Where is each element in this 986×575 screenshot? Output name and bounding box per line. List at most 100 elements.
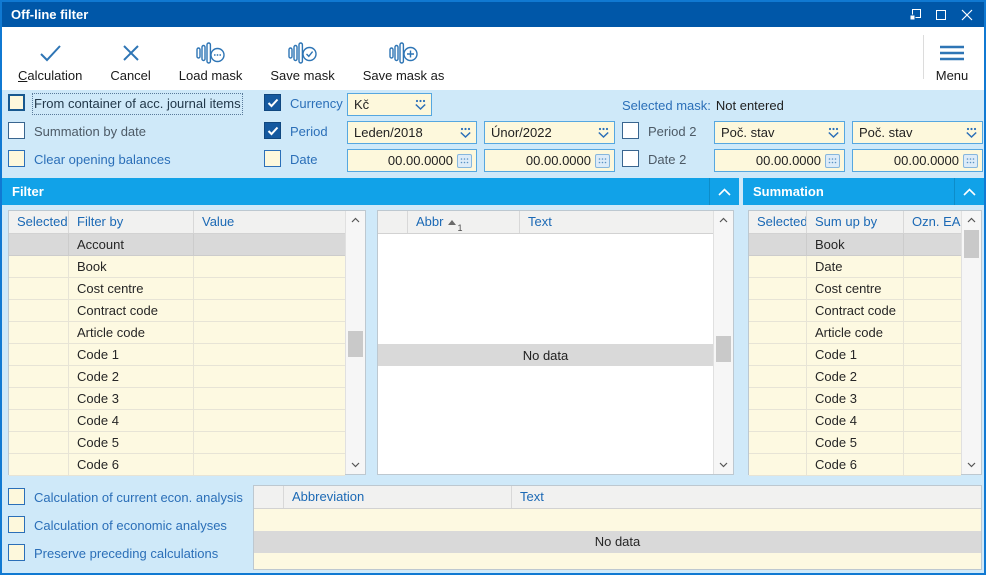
preserve-preceding-calculations-label[interactable]: Preserve preceding calculations [34, 545, 218, 563]
table-row[interactable] [254, 509, 981, 531]
vertical-scrollbar[interactable] [345, 211, 365, 474]
calc-economic-analyses-label[interactable]: Calculation of economic analyses [34, 517, 227, 535]
table-row[interactable]: Code 6 [9, 454, 345, 476]
scroll-down-icon[interactable] [714, 457, 733, 473]
calendar-icon[interactable] [595, 153, 610, 168]
column-header-selected[interactable]: Selected [9, 211, 69, 233]
menu-button[interactable]: Menu [928, 31, 976, 85]
table-row[interactable]: Code 3 [749, 388, 961, 410]
table-row[interactable]: Contract code [749, 300, 961, 322]
table-row[interactable]: Code 1 [749, 344, 961, 366]
load-mask-button[interactable]: Load mask [175, 31, 247, 85]
scrollbar-thumb[interactable] [964, 230, 979, 258]
currency-label[interactable]: Currency [290, 95, 343, 113]
period2-label[interactable]: Period 2 [648, 123, 696, 141]
column-header-selected[interactable]: Selected [749, 211, 807, 233]
clear-opening-balances-checkbox[interactable] [8, 150, 25, 167]
date-from-field[interactable]: 00.00.0000 [347, 149, 477, 172]
table-row[interactable]: Code 6 [749, 454, 961, 476]
currency-checkbox[interactable] [264, 94, 281, 111]
date2-from-field[interactable]: 00.00.0000 [714, 149, 845, 172]
period2-to-select[interactable]: Poč. stav [852, 121, 983, 144]
calc-economic-analyses-checkbox[interactable] [8, 516, 25, 533]
window-title: Off-line filter [11, 7, 89, 22]
table-row[interactable]: Cost centre [9, 278, 345, 300]
save-mask-as-button[interactable]: Save mask as [359, 31, 449, 85]
filter-collapse-button[interactable] [709, 178, 739, 205]
column-header-filter-by[interactable]: Filter by [69, 211, 194, 233]
column-header-ozn-ea[interactable]: Ozn. EA [904, 211, 961, 233]
date2-label[interactable]: Date 2 [648, 151, 686, 169]
table-row[interactable]: Book [9, 256, 345, 278]
table-row[interactable]: Code 2 [749, 366, 961, 388]
sort-ascending-icon: 1 [448, 212, 462, 233]
calendar-icon[interactable] [457, 153, 472, 168]
clear-opening-balances-label[interactable]: Clear opening balances [34, 151, 171, 169]
calendar-icon[interactable] [825, 153, 840, 168]
column-header-blank[interactable] [254, 486, 284, 508]
date-to-field[interactable]: 00.00.0000 [484, 149, 615, 172]
scrollbar-thumb[interactable] [716, 336, 731, 362]
dropdown-icon [828, 127, 839, 138]
column-header-value[interactable]: Value [194, 211, 345, 233]
table-row[interactable]: Article code [749, 322, 961, 344]
calculation-button[interactable]: Calculation [14, 31, 86, 85]
preserve-preceding-calculations-checkbox[interactable] [8, 544, 25, 561]
table-row[interactable]: Date [749, 256, 961, 278]
period2-from-select[interactable]: Poč. stav [714, 121, 845, 144]
vertical-scrollbar[interactable] [961, 211, 981, 474]
table-row[interactable]: Code 4 [9, 410, 345, 432]
save-mask-button[interactable]: Save mask [266, 31, 338, 85]
chevron-up-icon [963, 187, 976, 196]
table-row[interactable]: Cost centre [749, 278, 961, 300]
table-row[interactable]: Book [749, 234, 961, 256]
period-checkbox[interactable] [264, 122, 281, 139]
table-row[interactable]: Code 2 [9, 366, 345, 388]
column-header-text[interactable]: Text [520, 211, 713, 233]
column-header-text[interactable]: Text [512, 486, 981, 508]
calendar-icon[interactable] [963, 153, 978, 168]
date-label[interactable]: Date [290, 151, 317, 169]
table-row[interactable]: Contract code [9, 300, 345, 322]
close-window-button[interactable] [954, 2, 980, 27]
from-container-label[interactable]: From container of acc. journal items [32, 93, 243, 115]
table-row[interactable] [254, 553, 981, 569]
table-row[interactable]: Code 5 [9, 432, 345, 454]
scroll-down-icon[interactable] [962, 457, 981, 473]
calc-current-econ-analysis-label[interactable]: Calculation of current econ. analysis [34, 489, 243, 507]
from-container-checkbox[interactable] [8, 94, 25, 111]
restore-window-button[interactable] [902, 2, 928, 27]
vertical-scrollbar[interactable] [713, 211, 733, 474]
table-row[interactable]: Code 1 [9, 344, 345, 366]
date2-checkbox[interactable] [622, 150, 639, 167]
period-to-select[interactable]: Únor/2022 [484, 121, 615, 144]
summation-by-date-checkbox[interactable] [8, 122, 25, 139]
summation-collapse-button[interactable] [954, 178, 984, 205]
table-row[interactable]: Account [9, 234, 345, 256]
period-from-select[interactable]: Leden/2018 [347, 121, 477, 144]
mask-load-icon [195, 38, 226, 68]
summation-by-date-label[interactable]: Summation by date [34, 123, 146, 141]
column-header-sum-up-by[interactable]: Sum up by [807, 211, 904, 233]
period2-checkbox[interactable] [622, 122, 639, 139]
column-header-abbreviation[interactable]: Abbreviation [284, 486, 512, 508]
table-row[interactable]: Article code [9, 322, 345, 344]
table-row[interactable]: Code 4 [749, 410, 961, 432]
scrollbar-thumb[interactable] [348, 331, 363, 357]
column-header-abbr[interactable]: Abbr 1 [408, 211, 520, 233]
scroll-up-icon[interactable] [346, 212, 365, 228]
calc-current-econ-analysis-checkbox[interactable] [8, 488, 25, 505]
column-header-blank[interactable] [378, 211, 408, 233]
cancel-button[interactable]: Cancel [106, 31, 154, 85]
date-checkbox[interactable] [264, 150, 281, 167]
summation-table-header: Selected Sum up by Ozn. EA [749, 211, 961, 234]
scroll-up-icon[interactable] [962, 212, 981, 228]
date2-to-field[interactable]: 00.00.0000 [852, 149, 983, 172]
maximize-window-button[interactable] [928, 2, 954, 27]
scroll-up-icon[interactable] [714, 212, 733, 228]
scroll-down-icon[interactable] [346, 457, 365, 473]
currency-select[interactable]: Kč [347, 93, 432, 116]
period-label[interactable]: Period [290, 123, 328, 141]
table-row[interactable]: Code 3 [9, 388, 345, 410]
table-row[interactable]: Code 5 [749, 432, 961, 454]
